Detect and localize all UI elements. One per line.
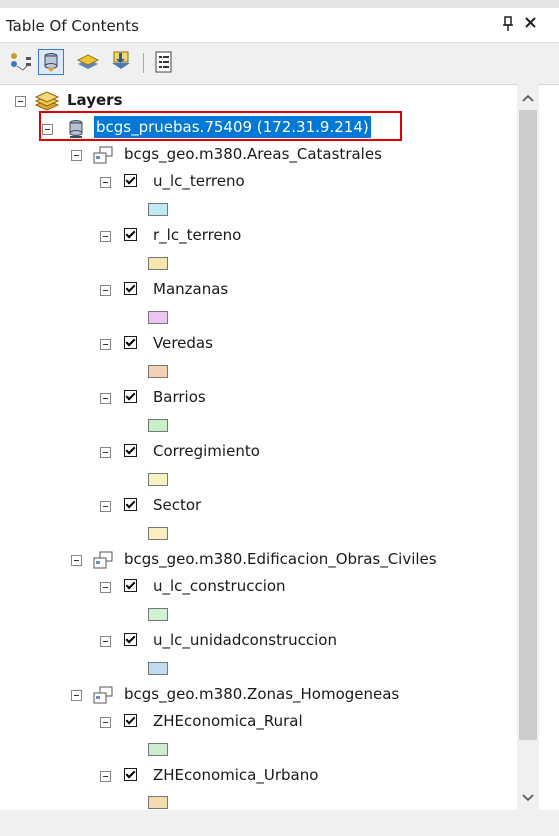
tree-node-layer[interactable]: u_lc_unidadconstruccion — [0, 631, 510, 653]
vertical-scrollbar[interactable] — [517, 84, 539, 810]
collapse-toggle[interactable] — [71, 150, 82, 161]
collapse-toggle[interactable] — [71, 555, 82, 566]
tree-node-layers[interactable]: Layers — [0, 91, 500, 113]
symbol-swatch[interactable] — [148, 662, 168, 675]
collapse-toggle[interactable] — [100, 285, 111, 296]
collapse-toggle[interactable] — [100, 177, 111, 188]
dataset-label: bcgs_geo.m380.Edificacion_Obras_Civiles — [124, 550, 437, 568]
layer-label: Veredas — [153, 334, 213, 352]
collapse-toggle[interactable] — [100, 393, 111, 404]
scroll-down-icon[interactable] — [522, 792, 534, 804]
visibility-checkbox[interactable] — [124, 579, 137, 592]
tree-node-dataset[interactable]: bcgs_geo.m380.Edificacion_Obras_Civiles — [0, 550, 510, 572]
collapse-toggle[interactable] — [100, 447, 111, 458]
list-by-drawing-order-icon[interactable] — [7, 49, 33, 75]
tree-node-label: Layers — [67, 91, 123, 109]
symbol-swatch[interactable] — [148, 608, 168, 621]
collapse-toggle[interactable] — [71, 690, 82, 701]
feature-dataset-icon — [92, 550, 114, 574]
tree-node-layer[interactable]: r_lc_terreno — [0, 226, 510, 248]
tree-node-layer[interactable]: ZHEconomica_Urbano — [0, 766, 510, 788]
symbol-swatch[interactable] — [148, 743, 168, 756]
panel-title: Table Of Contents — [6, 17, 139, 35]
tree-node-layer[interactable]: u_lc_terreno — [0, 172, 510, 194]
collapse-toggle[interactable] — [100, 582, 111, 593]
tree-node-layer[interactable]: Veredas — [0, 334, 510, 356]
visibility-checkbox[interactable] — [124, 336, 137, 349]
layer-label: u_lc_terreno — [153, 172, 245, 190]
highlight-box — [39, 111, 402, 141]
visibility-checkbox[interactable] — [124, 282, 137, 295]
layer-label: ZHEconomica_Rural — [153, 712, 303, 730]
visibility-checkbox[interactable] — [124, 498, 137, 511]
visibility-checkbox[interactable] — [124, 390, 137, 403]
toc-tree: Layers bcgs_geo.m380.Areas_Catastrales u… — [0, 84, 559, 811]
layer-label: Barrios — [153, 388, 206, 406]
collapse-toggle[interactable] — [15, 96, 26, 107]
collapse-toggle[interactable] — [100, 636, 111, 647]
scrollbar-thumb[interactable] — [519, 110, 537, 740]
tree-node-layer[interactable]: Corregimiento — [0, 442, 510, 464]
symbol-swatch[interactable] — [148, 419, 168, 432]
collapse-toggle[interactable] — [100, 231, 111, 242]
layer-label: Manzanas — [153, 280, 229, 298]
visibility-checkbox[interactable] — [124, 174, 137, 187]
toolbar-separator — [143, 53, 144, 73]
list-by-visibility-icon[interactable] — [75, 49, 101, 75]
collapse-toggle[interactable] — [100, 717, 111, 728]
tree-node-layer[interactable]: u_lc_construccion — [0, 577, 510, 599]
collapse-toggle[interactable] — [100, 339, 111, 350]
dataset-label: bcgs_geo.m380.Zonas_Homogeneas — [124, 685, 400, 703]
visibility-checkbox[interactable] — [124, 444, 137, 457]
layer-label: r_lc_terreno — [153, 226, 242, 244]
symbol-swatch[interactable] — [148, 473, 168, 486]
tree-node-dataset[interactable]: bcgs_geo.m380.Areas_Catastrales — [0, 145, 510, 167]
visibility-checkbox[interactable] — [124, 228, 137, 241]
top-edge — [0, 0, 559, 8]
feature-dataset-icon — [92, 145, 114, 169]
options-icon[interactable] — [151, 49, 177, 75]
collapse-toggle[interactable] — [100, 501, 111, 512]
tree-node-layer[interactable]: Manzanas — [0, 280, 510, 302]
symbol-swatch[interactable] — [148, 311, 168, 324]
list-by-selection-icon[interactable] — [108, 49, 134, 75]
visibility-checkbox[interactable] — [124, 768, 137, 781]
toc-toolbar — [0, 43, 559, 83]
tree-node-dataset[interactable]: bcgs_geo.m380.Zonas_Homogeneas — [0, 685, 510, 707]
layer-label: u_lc_construccion — [153, 577, 286, 595]
layer-label: Sector — [153, 496, 202, 514]
symbol-swatch[interactable] — [148, 257, 168, 270]
layer-label: u_lc_unidadconstruccion — [153, 631, 337, 649]
symbol-swatch[interactable] — [148, 203, 168, 216]
collapse-toggle[interactable] — [100, 771, 111, 782]
dataset-label: bcgs_geo.m380.Areas_Catastrales — [124, 145, 382, 163]
symbol-swatch[interactable] — [148, 527, 168, 540]
panel-footer — [0, 810, 559, 836]
layer-label: ZHEconomica_Urbano — [153, 766, 319, 784]
layer-label: Corregimiento — [153, 442, 260, 460]
pin-icon[interactable] — [502, 16, 514, 36]
close-icon[interactable] — [524, 14, 537, 34]
symbol-swatch[interactable] — [148, 796, 168, 809]
tree-node-layer[interactable]: Barrios — [0, 388, 510, 410]
panel-title-bar: Table Of Contents — [0, 8, 559, 43]
feature-dataset-icon — [92, 685, 114, 709]
tree-node-layer[interactable]: Sector — [0, 496, 510, 518]
list-by-source-icon[interactable] — [38, 49, 64, 75]
visibility-checkbox[interactable] — [124, 714, 137, 727]
tree-node-layer[interactable]: ZHEconomica_Rural — [0, 712, 510, 734]
scroll-up-icon[interactable] — [522, 92, 534, 104]
visibility-checkbox[interactable] — [124, 633, 137, 646]
symbol-swatch[interactable] — [148, 365, 168, 378]
